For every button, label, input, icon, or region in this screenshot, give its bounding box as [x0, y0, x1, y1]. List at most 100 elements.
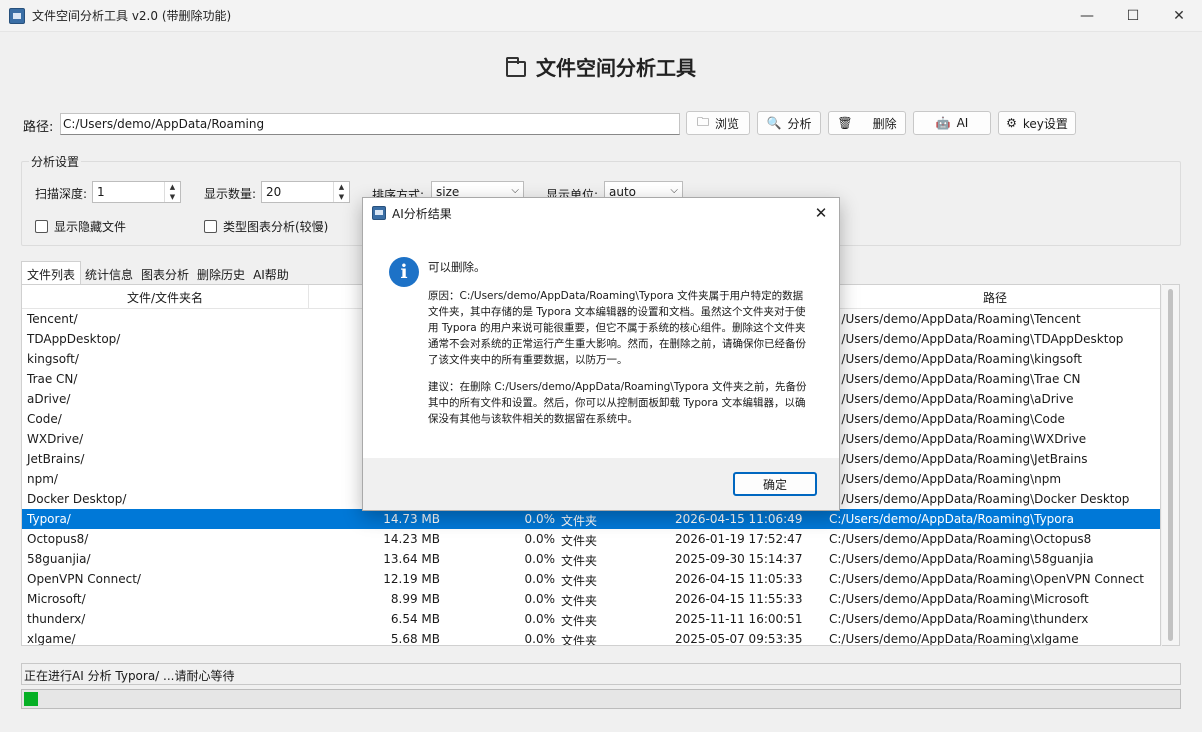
key-settings-label: key设置 [1022, 116, 1068, 131]
depth-spinbox[interactable]: 1 ▲ ▼ [92, 181, 181, 203]
cell-path: C:/Users/demo/AppData/Roaming\aDrive [829, 392, 1074, 406]
dialog-reason: 原因：C:/Users/demo/AppData/Roaming\Typora … [428, 290, 806, 366]
tab-ai-help[interactable]: AI帮助 [249, 261, 293, 284]
count-value: 20 [266, 185, 282, 199]
table-row[interactable]: Octopus8/14.23 MB 0.0% 文件夹 2026-01-19 17:52… [22, 529, 1160, 549]
cell-modified: 2025-05-07 09:53:35 [675, 632, 803, 646]
vertical-scrollbar[interactable] [1162, 284, 1180, 646]
cell-type: 文件夹 [561, 614, 598, 628]
folder-icon [506, 57, 526, 77]
cell-name: Microsoft/ [27, 592, 86, 606]
minimize-button[interactable]: — [1064, 0, 1110, 32]
dialog-title-bar: AI分析结果 ✕ [363, 198, 839, 228]
cell-percent: 0.0% [524, 572, 556, 586]
table-row[interactable]: Microsoft/8.99 MB 0.0% 文件夹 2026-04-15 11:55… [22, 589, 1160, 609]
window-title: 文件空间分析工具 v2.0 (带删除功能) [32, 9, 232, 23]
column-header-path[interactable]: 路径 [828, 289, 1160, 306]
dialog-headline: 可以删除。 [428, 260, 486, 274]
maximize-button[interactable]: ☐ [1110, 0, 1156, 32]
show-hidden-checkbox[interactable]: 显示隐藏文件 [35, 218, 126, 235]
ok-button[interactable]: 确定 [733, 472, 817, 496]
page-title: 文件空间分析工具 [536, 56, 696, 80]
table-row[interactable]: Typora/14.73 MB 0.0% 文件夹 2026-04-15 11:06:4… [22, 509, 1160, 529]
count-spin-arrows[interactable]: ▲ ▼ [333, 182, 349, 202]
status-bar: 正在进行AI 分析 Typora/ ...请耐心等待 [21, 663, 1181, 685]
cell-path: C:/Users/demo/AppData/Roaming\xlgame [829, 632, 1079, 646]
table-row[interactable]: OpenVPN Connect/12.19 MB 0.0% 文件夹 2026-04-1… [22, 569, 1160, 589]
cell-path: C:/Users/demo/AppData/Roaming\thunderx [829, 612, 1089, 626]
cell-path: C:/Users/demo/AppData/Roaming\Docker Des… [829, 492, 1130, 506]
cell-type: 文件夹 [561, 594, 598, 608]
app-icon [9, 7, 25, 24]
checkbox-box[interactable] [35, 220, 48, 233]
close-window-button[interactable]: ✕ [1156, 0, 1202, 32]
column-divider[interactable] [308, 285, 309, 309]
cell-modified: 2026-01-19 17:52:47 [675, 532, 803, 546]
cell-name: TDAppDesktop/ [27, 332, 121, 346]
cell-name: aDrive/ [27, 392, 71, 406]
tab-delete-history[interactable]: 删除历史 [193, 261, 249, 284]
depth-label: 扫描深度: [35, 187, 88, 201]
spin-up-icon[interactable]: ▲ [165, 182, 180, 192]
depth-spin-arrows[interactable]: ▲ ▼ [164, 182, 180, 202]
path-input[interactable]: C:/Users/demo/AppData/Roaming [60, 113, 680, 135]
table-row[interactable]: thunderx/6.54 MB 0.0% 文件夹 2025-11-11 16:00:… [22, 609, 1160, 629]
gear-icon: ⚙ [1006, 116, 1017, 130]
cell-name: Typora/ [27, 512, 71, 526]
depth-value: 1 [97, 185, 105, 199]
window-controls: — ☐ ✕ [1064, 0, 1202, 32]
dialog-title: AI分析结果 [392, 206, 452, 221]
cell-name: Trae CN/ [27, 372, 78, 386]
checkbox-box[interactable] [204, 220, 217, 233]
type-chart-checkbox[interactable]: 类型图表分析(较慢) [204, 218, 328, 235]
cell-size: 5.68 MB [390, 632, 440, 646]
browse-button[interactable]: 🗀 浏览 [686, 111, 750, 135]
cell-path: C:/Users/demo/AppData/Roaming\Typora [829, 512, 1074, 526]
browse-label: 浏览 [715, 116, 740, 131]
app-header: 文件空间分析工具 [0, 52, 1202, 81]
cell-name: OpenVPN Connect/ [27, 572, 141, 586]
cell-path: C:/Users/demo/AppData/Roaming\npm [829, 472, 1062, 486]
table-row[interactable]: xlgame/5.68 MB 0.0% 文件夹 2025-05-07 09:53:35… [22, 629, 1160, 646]
table-row[interactable]: 58guanjia/13.64 MB 0.0% 文件夹 2025-09-30 15:1… [22, 549, 1160, 569]
analyze-button[interactable]: 🔍 分析 [757, 111, 821, 135]
column-header-name[interactable]: 文件/文件夹名 [22, 289, 308, 306]
ai-result-dialog: AI分析结果 ✕ i 可以删除。 原因：C:/Users/demo/AppDat… [362, 197, 840, 511]
dialog-message: 可以删除。 原因：C:/Users/demo/AppData/Roaming\T… [428, 259, 808, 438]
tab-statistics[interactable]: 统计信息 [81, 261, 137, 284]
progress-fill [24, 692, 38, 706]
cell-modified: 2026-04-15 11:06:49 [675, 512, 803, 526]
cell-name: Code/ [27, 412, 62, 426]
close-icon[interactable]: ✕ [809, 202, 833, 224]
cell-size: 13.64 MB [383, 552, 440, 566]
progress-bar [21, 689, 1181, 709]
spin-up-icon[interactable]: ▲ [334, 182, 349, 192]
ai-label: AI [956, 116, 969, 130]
tab-file-list[interactable]: 文件列表 [21, 261, 82, 284]
spin-down-icon[interactable]: ▼ [334, 192, 349, 202]
cell-size: 12.19 MB [383, 572, 440, 586]
count-spinbox[interactable]: 20 ▲ ▼ [261, 181, 350, 203]
cell-modified: 2025-11-11 16:00:51 [675, 612, 803, 626]
chevron-down-icon: ⌵ [511, 185, 519, 196]
cell-path: C:/Users/demo/AppData/Roaming\WXDrive [829, 432, 1087, 446]
folder-open-icon: 🗀 [696, 114, 709, 129]
cell-name: xlgame/ [27, 632, 76, 646]
spin-down-icon[interactable]: ▼ [165, 192, 180, 202]
count-label: 显示数量: [204, 187, 257, 201]
type-chart-label: 类型图表分析(较慢) [223, 220, 329, 234]
cell-name: Octopus8/ [27, 532, 89, 546]
trash-icon: 🗑 [837, 116, 853, 130]
cell-type: 文件夹 [561, 534, 598, 548]
chevron-down-icon: ⌵ [670, 185, 678, 196]
dialog-suggestion: 建议：在删除 C:/Users/demo/AppData/Roaming\Typ… [428, 381, 807, 425]
tab-bar: 文件列表 统计信息 图表分析 删除历史 AI帮助 [21, 261, 293, 284]
key-settings-button[interactable]: ⚙ key设置 [998, 111, 1076, 135]
analyze-label: 分析 [787, 116, 812, 131]
cell-modified: 2025-09-30 15:14:37 [675, 552, 803, 566]
tab-charts[interactable]: 图表分析 [137, 261, 193, 284]
show-hidden-label: 显示隐藏文件 [54, 220, 127, 234]
scrollbar-thumb[interactable] [1168, 289, 1173, 641]
delete-button[interactable]: 🗑 删除 [828, 111, 906, 135]
ai-button[interactable]: 🤖 AI [913, 111, 991, 135]
